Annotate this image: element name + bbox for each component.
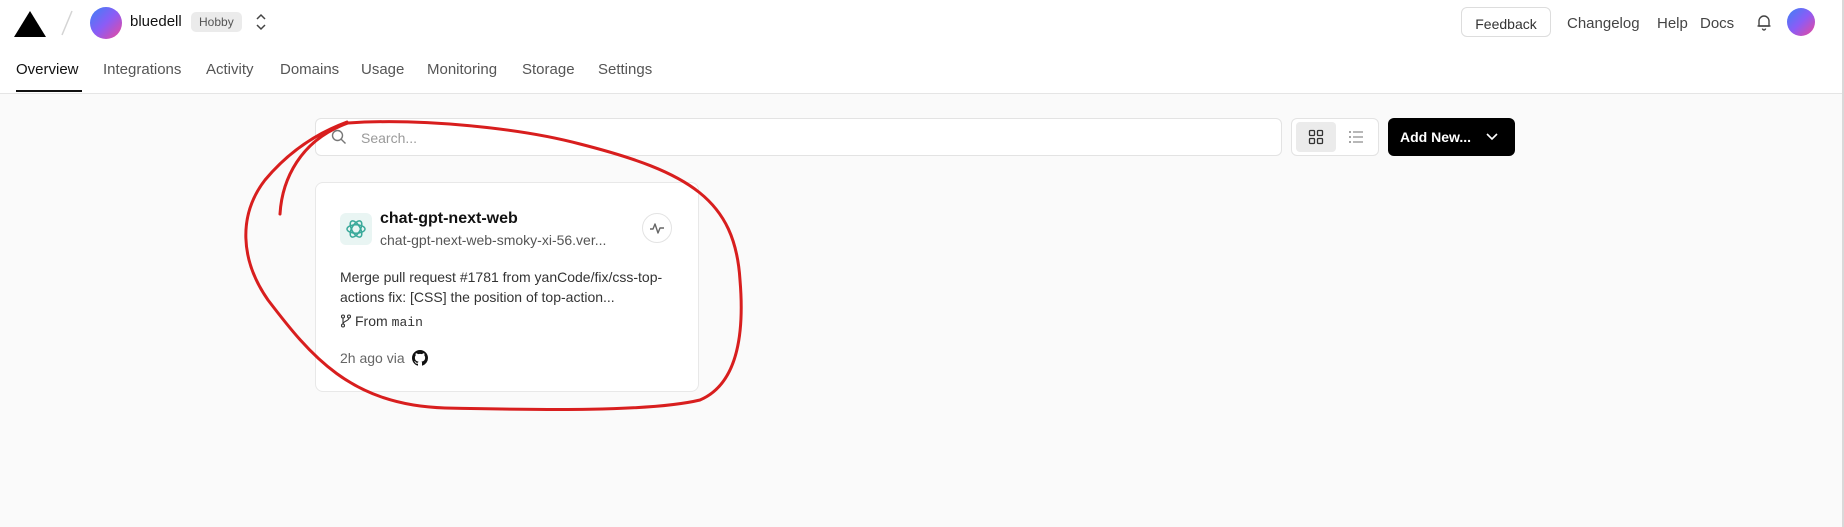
branch-prefix: From [355, 313, 388, 329]
list-icon [1349, 131, 1363, 143]
project-domain-link[interactable]: chat-gpt-next-web-smoky-xi-56.ver... [380, 232, 606, 248]
time-ago: 2h ago via [340, 350, 405, 366]
project-name[interactable]: chat-gpt-next-web [380, 210, 518, 228]
user-avatar[interactable] [1787, 8, 1815, 36]
plan-badge: Hobby [191, 12, 242, 32]
grid-view-button[interactable] [1296, 122, 1336, 152]
tab-usage[interactable]: Usage [361, 61, 404, 78]
tab-domains[interactable]: Domains [280, 61, 339, 78]
tab-bar: Overview Integrations Activity Domains U… [0, 46, 1844, 93]
openai-icon [340, 213, 372, 245]
add-new-label: Add New... [1400, 129, 1472, 145]
changelog-link[interactable]: Changelog [1567, 15, 1640, 32]
grid-icon [1308, 129, 1324, 145]
git-branch-icon [340, 314, 352, 328]
tab-settings[interactable]: Settings [598, 61, 652, 78]
team-avatar[interactable] [90, 7, 122, 39]
header-bar: bluedell Hobby Feedback Changelog Help D… [0, 0, 1844, 46]
commit-message[interactable]: Merge pull request #1781 from yanCode/fi… [340, 267, 680, 307]
help-link[interactable]: Help [1657, 15, 1688, 32]
notifications-bell-icon[interactable] [1755, 13, 1773, 31]
activity-pulse-icon [650, 223, 664, 234]
project-search [315, 118, 1282, 157]
project-card[interactable]: chat-gpt-next-web chat-gpt-next-web-smok… [315, 182, 699, 392]
search-input[interactable] [359, 119, 1263, 157]
branch-name[interactable]: main [392, 315, 423, 330]
breadcrumb-separator-icon [61, 10, 73, 36]
tab-monitoring[interactable]: Monitoring [427, 61, 497, 78]
tab-activity[interactable]: Activity [206, 61, 254, 78]
chevron-down-icon [1486, 133, 1498, 141]
github-icon [411, 350, 428, 366]
tab-overview[interactable]: Overview [16, 61, 79, 78]
activity-button[interactable] [642, 213, 672, 243]
docs-link[interactable]: Docs [1700, 15, 1734, 32]
feedback-button[interactable]: Feedback [1461, 7, 1551, 37]
search-icon [331, 129, 346, 144]
branch-info: From main [340, 313, 423, 330]
tab-storage[interactable]: Storage [522, 61, 575, 78]
active-tab-indicator [16, 90, 82, 92]
list-view-button[interactable] [1336, 122, 1376, 152]
add-new-button[interactable]: Add New... [1388, 118, 1515, 156]
view-toggle [1291, 118, 1379, 156]
top-navigation: bluedell Hobby Feedback Changelog Help D… [0, 0, 1844, 94]
team-switcher-icon[interactable] [254, 12, 268, 32]
vercel-logo-icon[interactable] [14, 11, 46, 37]
deployment-meta: 2h ago via [340, 350, 428, 366]
tab-integrations[interactable]: Integrations [103, 61, 181, 78]
team-name[interactable]: bluedell [130, 13, 182, 30]
